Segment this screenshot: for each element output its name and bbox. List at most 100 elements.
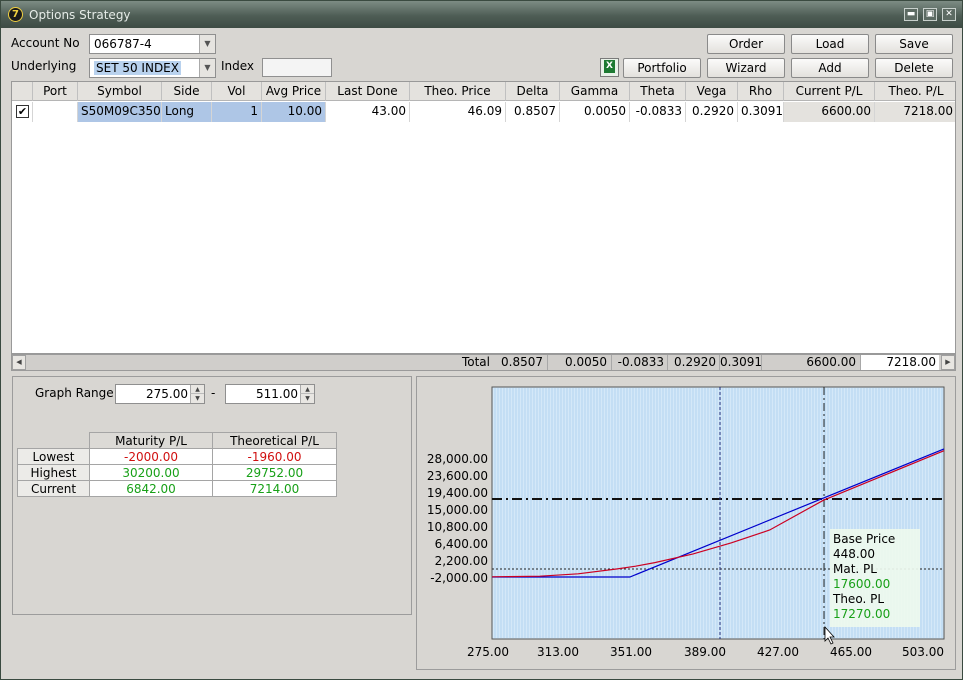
current-maturity: 6842.00 — [89, 480, 213, 497]
account-select[interactable]: 066787-4 ▼ — [89, 34, 216, 54]
column-header-theo-price[interactable]: Theo. Price — [410, 82, 506, 101]
order-button[interactable]: Order — [707, 34, 785, 54]
theo-pl-cell: 7218.00 — [875, 102, 955, 122]
x-tick-label: 389.00 — [684, 645, 726, 659]
add-button[interactable]: Add — [791, 58, 869, 78]
row-checkbox[interactable]: ✔ — [16, 105, 29, 118]
load-button[interactable]: Load — [791, 34, 869, 54]
tooltip-mat-value: 17600.00 — [833, 577, 890, 591]
window-title: Options Strategy — [29, 8, 131, 22]
theoretical-pl-header: Theoretical P/L — [212, 432, 337, 449]
x-tick-label: 427.00 — [757, 645, 799, 659]
column-header-side[interactable]: Side — [162, 82, 212, 101]
column-header-delta[interactable]: Delta — [506, 82, 560, 101]
y-tick-label: 15,000.00 — [427, 503, 488, 517]
index-field — [262, 58, 332, 77]
column-header-avg-price[interactable]: Avg Price — [262, 82, 326, 101]
scroll-left-icon[interactable]: ◀ — [12, 355, 26, 370]
grid-header: Port Symbol Side Vol Avg Price Last Done… — [12, 82, 955, 101]
y-tick-label: 19,400.00 — [427, 486, 488, 500]
last-done-cell: 43.00 — [326, 102, 410, 122]
account-label: Account No — [11, 36, 80, 50]
tooltip-theo-value: 17270.00 — [833, 607, 890, 621]
graph-range-to-value: 511.00 — [256, 387, 298, 401]
chevron-down-icon[interactable]: ▼ — [199, 59, 215, 77]
column-header-check[interactable] — [12, 82, 33, 101]
index-label: Index — [221, 59, 255, 73]
spin-up-icon[interactable]: ▲ — [300, 385, 314, 394]
column-header-gamma[interactable]: Gamma — [560, 82, 630, 101]
y-tick-label: 10,800.00 — [427, 520, 488, 534]
current-theoretical: 7214.00 — [212, 480, 337, 497]
save-button[interactable]: Save — [875, 34, 953, 54]
highest-maturity: 30200.00 — [89, 464, 213, 481]
maximize-icon[interactable]: ▣ — [923, 8, 937, 21]
column-header-vega[interactable]: Vega — [686, 82, 738, 101]
totals-bar: ◀ Total 0.8507 0.0050 -0.0833 0.2920 0.3… — [11, 354, 956, 371]
highest-label: Highest — [17, 464, 90, 481]
column-header-symbol[interactable]: Symbol — [78, 82, 162, 101]
chevron-down-icon[interactable]: ▼ — [199, 35, 215, 53]
graph-range-to-stepper[interactable]: 511.00 ▲ ▼ — [225, 384, 315, 404]
table-row: Current 6842.00 7214.00 — [17, 480, 337, 497]
column-header-theta[interactable]: Theta — [630, 82, 686, 101]
scroll-right-icon[interactable]: ▶ — [941, 355, 955, 370]
payoff-chart[interactable]: 275.00 313.00 351.00 389.00 427.00 465.00 503.… — [417, 377, 957, 671]
vol-cell[interactable]: 1 — [212, 102, 262, 122]
positions-grid: Port Symbol Side Vol Avg Price Last Done… — [11, 81, 956, 354]
pl-summary-panel: Graph Range 275.00 ▲ ▼ - 511.00 ▲ ▼ Matu… — [12, 376, 412, 615]
side-cell[interactable]: Long — [162, 102, 212, 122]
close-icon[interactable]: ✕ — [942, 8, 956, 21]
tooltip-base-value: 448.00 — [833, 547, 875, 561]
title-bar[interactable]: 7 Options Strategy ▬ ▣ ✕ — [1, 1, 962, 28]
underlying-select[interactable]: SET 50 INDEX ▼ — [89, 58, 216, 78]
total-current-pl: 6600.00 — [762, 355, 861, 370]
pl-summary-table: Maturity P/L Theoretical P/L Lowest -200… — [17, 432, 337, 497]
rho-cell: 0.3091 — [738, 102, 784, 122]
lowest-theoretical: -1960.00 — [212, 448, 337, 465]
underlying-value: SET 50 INDEX — [94, 61, 181, 75]
x-tick-label: 351.00 — [610, 645, 652, 659]
row-check-cell[interactable]: ✔ — [12, 102, 33, 122]
x-tick-label: 465.00 — [830, 645, 872, 659]
spin-down-icon[interactable]: ▼ — [190, 394, 204, 403]
tooltip-mat-label: Mat. PL — [833, 562, 877, 576]
highest-theoretical: 29752.00 — [212, 464, 337, 481]
graph-range-from-stepper[interactable]: 275.00 ▲ ▼ — [115, 384, 205, 404]
port-cell[interactable] — [33, 102, 78, 122]
symbol-cell[interactable]: S50M09C350 — [78, 102, 162, 122]
total-rho: 0.3091 — [720, 355, 762, 370]
y-tick-label: -2,000.00 — [430, 571, 488, 585]
current-pl-cell: 6600.00 — [784, 102, 875, 122]
minimize-icon[interactable]: ▬ — [904, 8, 918, 21]
column-header-port[interactable]: Port — [33, 82, 78, 101]
export-excel-icon[interactable] — [600, 58, 619, 77]
column-header-rho[interactable]: Rho — [738, 82, 784, 101]
spin-down-icon[interactable]: ▼ — [300, 394, 314, 403]
column-header-last-done[interactable]: Last Done — [326, 82, 410, 101]
graph-range-from-value: 275.00 — [146, 387, 188, 401]
tooltip-theo-label: Theo. PL — [832, 592, 884, 606]
spin-up-icon[interactable]: ▲ — [190, 385, 204, 394]
tooltip-base-label: Base Price — [833, 532, 895, 546]
y-tick-label: 23,600.00 — [427, 469, 488, 483]
underlying-label: Underlying — [11, 59, 77, 73]
column-header-theo-pl[interactable]: Theo. P/L — [875, 82, 955, 101]
vega-cell: 0.2920 — [686, 102, 738, 122]
app-logo-icon: 7 — [8, 7, 23, 22]
total-gamma: 0.0050 — [548, 355, 612, 370]
x-tick-label: 313.00 — [537, 645, 579, 659]
column-header-vol[interactable]: Vol — [212, 82, 262, 101]
account-value: 066787-4 — [94, 37, 152, 51]
delete-button[interactable]: Delete — [875, 58, 953, 78]
avg-price-cell[interactable]: 10.00 — [262, 102, 326, 122]
portfolio-button[interactable]: Portfolio — [623, 58, 701, 78]
y-tick-label: 2,200.00 — [435, 554, 488, 568]
maturity-pl-header: Maturity P/L — [89, 432, 213, 449]
column-header-current-pl[interactable]: Current P/L — [784, 82, 875, 101]
y-tick-label: 6,400.00 — [435, 537, 488, 551]
lowest-label: Lowest — [17, 448, 90, 465]
table-row: Lowest -2000.00 -1960.00 — [17, 448, 337, 465]
table-row[interactable]: ✔ S50M09C350 Long 1 10.00 43.00 46.09 0.… — [12, 102, 955, 122]
wizard-button[interactable]: Wizard — [707, 58, 785, 78]
